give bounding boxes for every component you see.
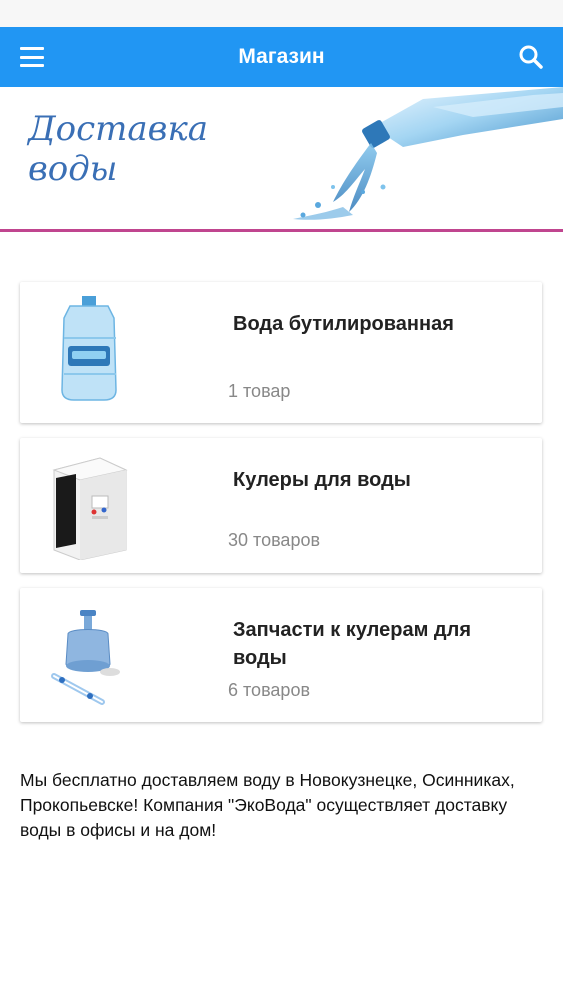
app-bar: Магазин	[0, 27, 563, 87]
water-pump-parts-image	[51, 610, 120, 705]
category-card-coolers[interactable]: Кулеры для воды 30 товаров	[20, 438, 542, 573]
hamburger-menu-icon[interactable]	[20, 45, 44, 69]
category-count: 6 товаров	[228, 680, 311, 700]
status-bar	[0, 0, 563, 27]
page-title: Магазин	[238, 45, 325, 68]
category-title: Кулеры для воды	[233, 469, 411, 491]
water-cooler-image	[52, 457, 128, 560]
category-count: 30 товаров	[228, 530, 321, 550]
footer-description: Мы бесплатно доставляем воду в Новокузне…	[20, 770, 515, 840]
category-count: 1 товар	[228, 381, 291, 401]
banner-text-line2: воды	[28, 149, 118, 189]
search-icon[interactable]	[517, 43, 545, 71]
category-card-parts[interactable]: Запчасти к кулерам для воды 6 товаров	[20, 588, 542, 722]
category-card-water[interactable]: Вода бутилированная 1 товар	[20, 282, 542, 423]
water-splash-image	[293, 87, 563, 220]
category-title: Запчасти к кулерам для воды	[233, 619, 471, 669]
banner-text: Доставка воды	[28, 109, 228, 189]
banner-text-line1: Доставка	[28, 109, 209, 149]
category-title: Вода бутилированная	[233, 313, 454, 335]
banner: Доставка воды	[0, 87, 563, 232]
water-bottle-image	[61, 296, 117, 401]
